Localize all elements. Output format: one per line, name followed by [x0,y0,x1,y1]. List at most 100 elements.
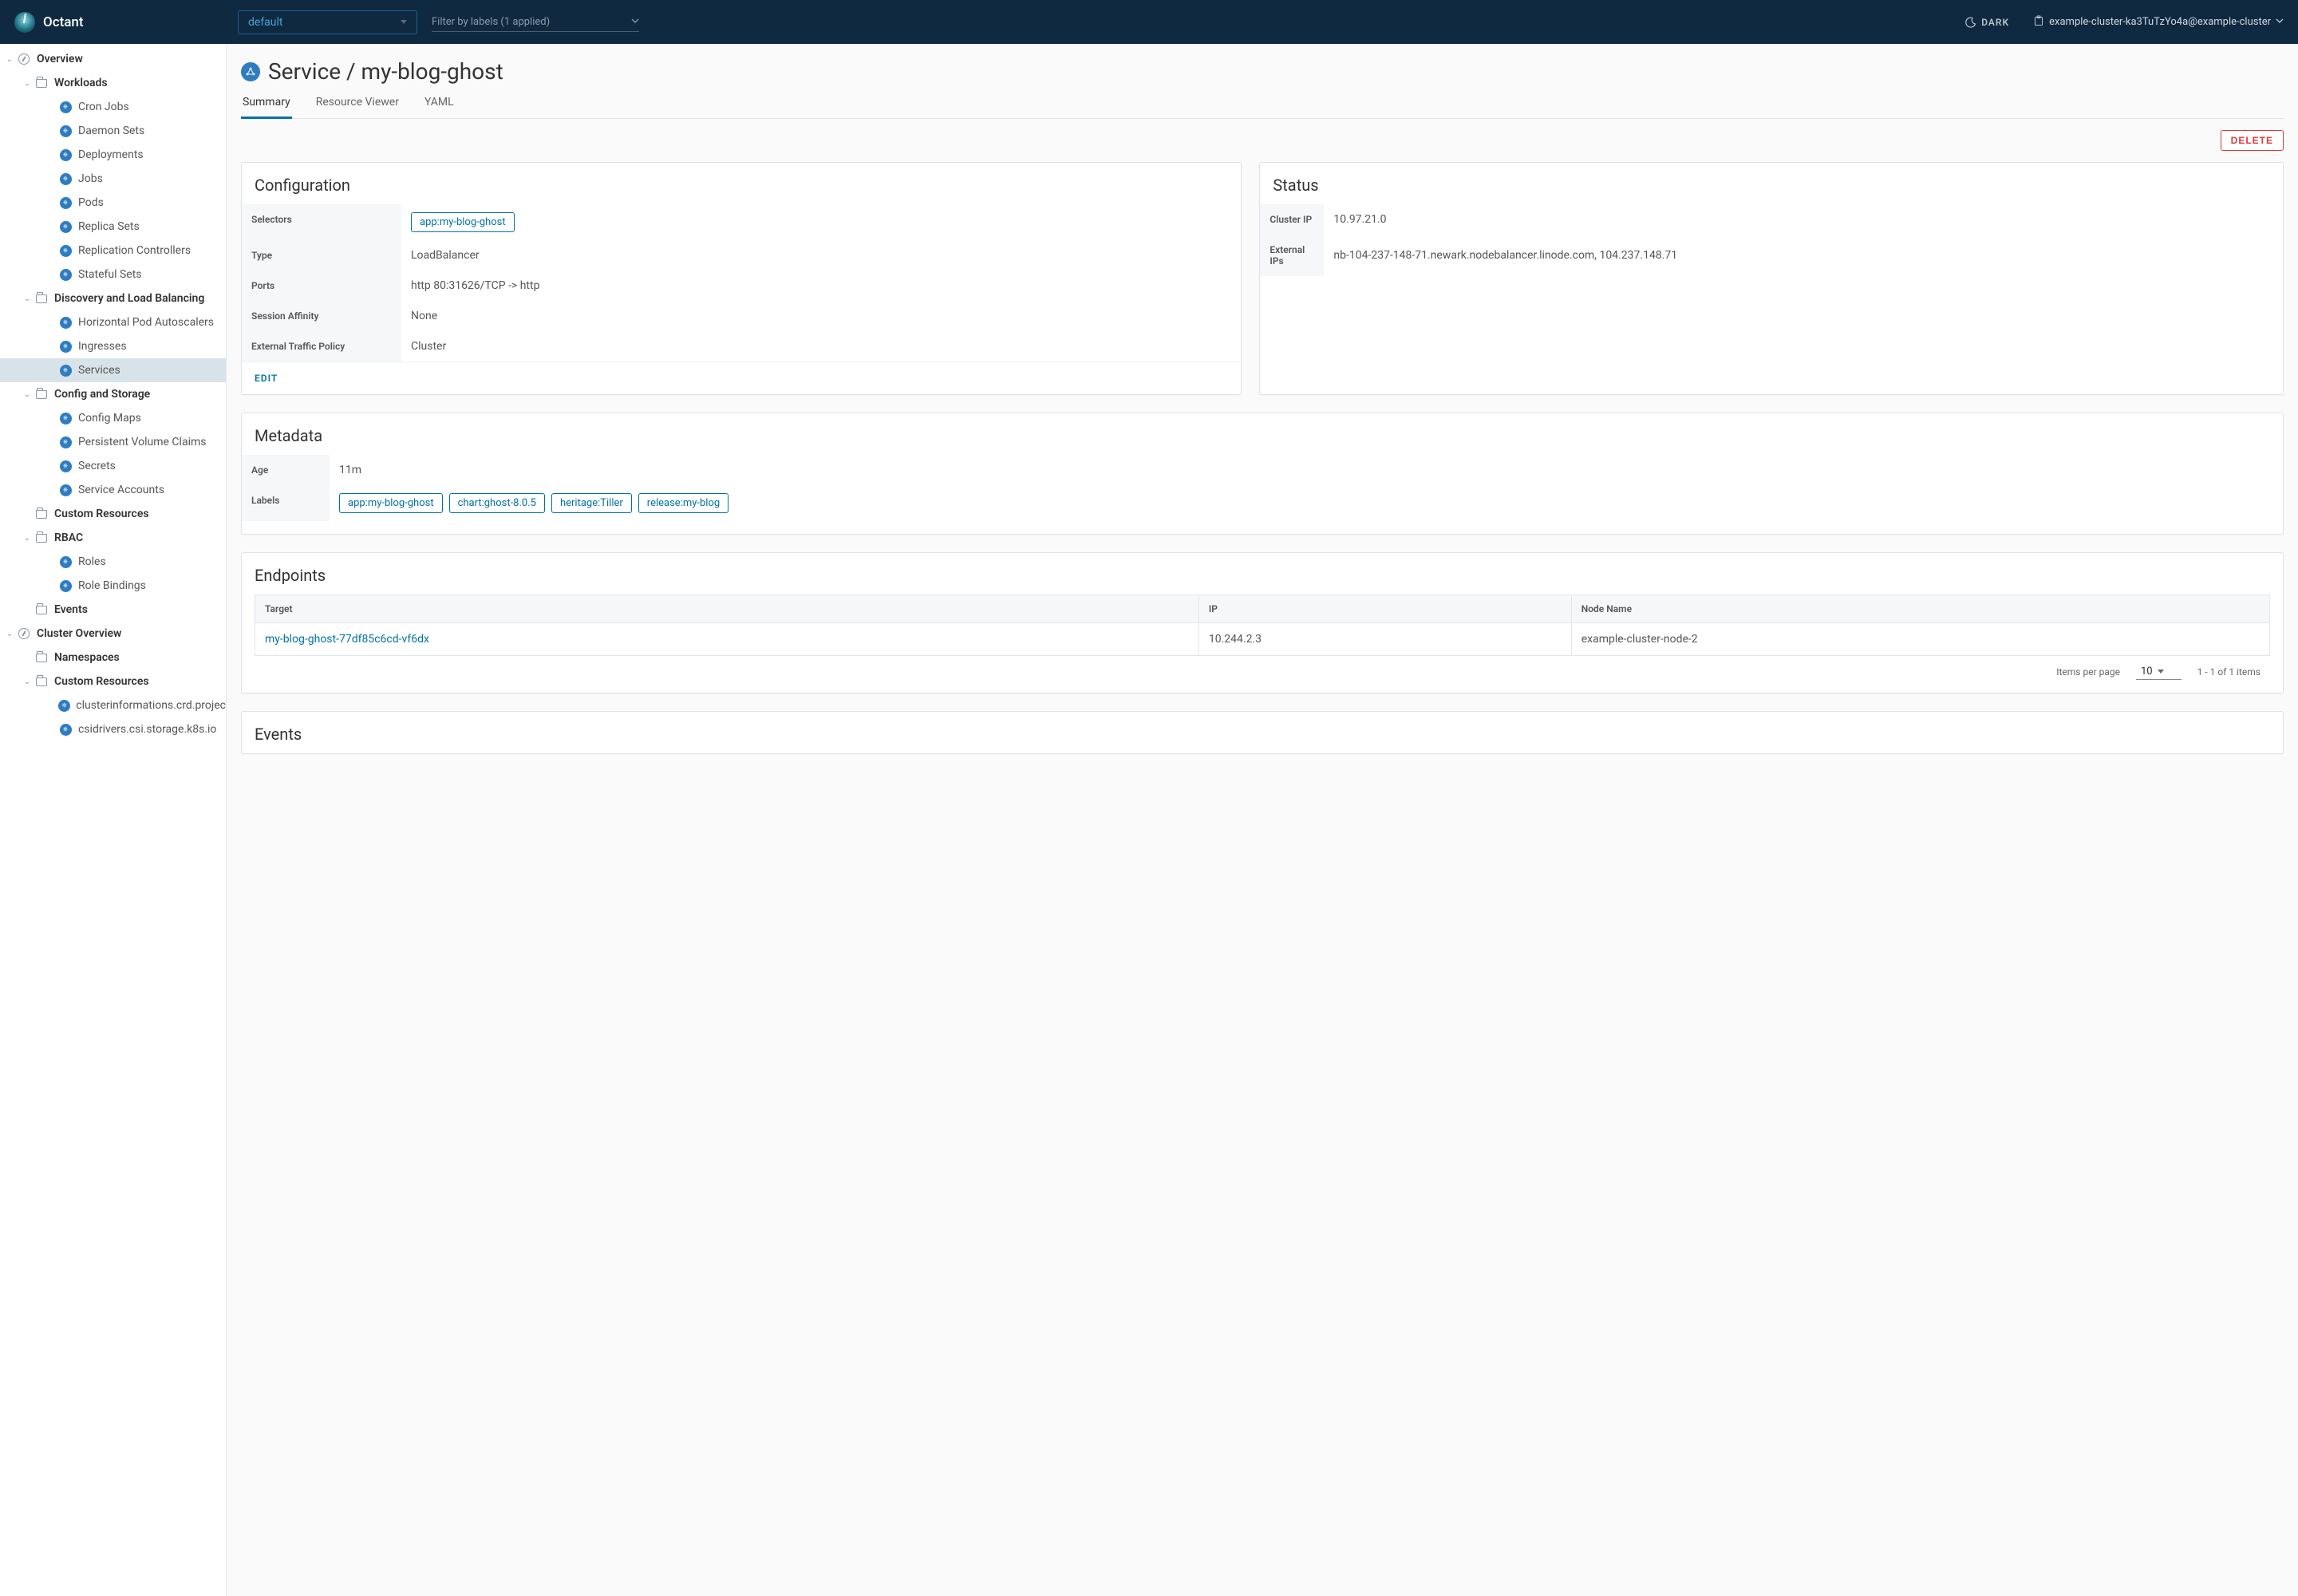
sidebar-item-config-maps[interactable]: ⎈Config Maps [0,406,226,430]
table-footer: Items per page 10 1 - 1 of 1 items [242,656,2283,693]
edit-button[interactable]: EDIT [255,373,278,384]
namespace-select[interactable]: default [238,10,417,34]
resource-icon: ⎈ [57,341,73,353]
sidebar-item-events[interactable]: › Events [0,598,226,622]
chevron-down-icon: ⌄ [21,534,34,543]
sidebar-item-cluster-custom-resources[interactable]: ⌄ Custom Resources [0,670,226,693]
tab-summary[interactable]: Summary [241,91,292,119]
resource-icon: ⎈ [57,437,73,448]
endpoint-node: example-cluster-node-2 [1571,623,2269,656]
context-name: example-cluster-ka3TuTzYo4a@example-clus… [2049,16,2271,28]
label-chip[interactable]: release:my-blog [638,493,728,513]
nav-label: Cron Jobs [78,101,129,113]
selector-chip[interactable]: app:my-blog-ghost [411,212,515,232]
sidebar-item-stateful-sets[interactable]: ⎈Stateful Sets [0,263,226,286]
sidebar-item-roles[interactable]: ⎈Roles [0,550,226,574]
sidebar-item-rbac[interactable]: ⌄ RBAC [0,526,226,550]
nav-label: Daemon Sets [78,124,144,137]
chevron-down-icon: ⌄ [21,678,34,686]
nav-label: Custom Resources [54,675,149,688]
resource-icon: ⎈ [57,149,73,161]
endpoints-table: Target IP Node Name my-blog-ghost-77df85… [255,595,2270,656]
sidebar-item-workloads[interactable]: ⌄ Workloads [0,71,226,95]
resource-icon: ⎈ [57,101,73,113]
sidebar-item-replication-controllers[interactable]: ⎈Replication Controllers [0,239,226,263]
sidebar-item-pods[interactable]: ⎈Pods [0,191,226,215]
config-ports: http 80:31626/TCP -> http [401,271,1241,301]
resource-icon: ⎈ [57,221,73,233]
label-filter[interactable]: Filter by labels (1 applied) [432,13,639,32]
theme-toggle[interactable]: DARK [1965,17,2009,28]
page-title: Service / my-blog-ghost [268,58,503,85]
sidebar-item-ingresses[interactable]: ⎈Ingresses [0,334,226,358]
label-chip[interactable]: chart:ghost-8.0.5 [449,493,545,513]
folder-icon [34,678,49,686]
sidebar-item-deployments[interactable]: ⎈ Deployments [0,143,226,167]
nav-label: Horizontal Pod Autoscalers [78,316,214,329]
th-node[interactable]: Node Name [1571,595,2269,623]
sidebar-item-discovery[interactable]: ⌄ Discovery and Load Balancing [0,286,226,310]
sidebar-item-horizontal-pod-autoscalers[interactable]: ⎈ Horizontal Pod Autoscalers [0,310,226,334]
compass-icon [16,53,32,65]
events-card: Events [241,711,2284,754]
app-title: Octant [43,14,84,30]
chevron-down-icon: ⌄ [21,294,34,303]
nav-label: RBAC [54,531,83,544]
sidebar-item-overview[interactable]: ⌄ Overview [0,47,226,71]
delete-button[interactable]: DELETE [2221,130,2284,151]
main-content: Service / my-blog-ghost Summary Resource… [227,44,2298,1596]
folder-icon [34,79,49,88]
tab-yaml[interactable]: YAML [423,91,456,118]
nav-label: Cluster Overview [37,627,121,640]
resource-icon: ⎈ [57,317,73,329]
sidebar-item-secrets[interactable]: ⎈Secrets [0,454,226,478]
context-select[interactable]: example-cluster-ka3TuTzYo4a@example-clus… [2033,15,2284,30]
sidebar: ⌄ Overview ⌄ Workloads ⎈ Cron Jobs ⎈ Daemon… [0,44,227,1596]
nav-label: Replication Controllers [78,244,191,257]
nav-label: clusterinformations.crd.projec [76,699,226,712]
theme-label: DARK [1981,17,2009,28]
sidebar-item-service-accounts[interactable]: ⎈Service Accounts [0,478,226,502]
kv-key-clusterip: Cluster IP [1260,204,1324,235]
chevron-down-icon [631,16,639,28]
config-policy: Cluster [401,331,1241,361]
sidebar-item-role-bindings[interactable]: ⎈Role Bindings [0,574,226,598]
chevron-down-icon: ⌄ [21,79,34,88]
nav-label: Events [54,603,88,616]
items-per-page-select[interactable]: 10 [2136,664,2182,680]
sidebar-item-persistent-volume-claims[interactable]: ⎈Persistent Volume Claims [0,430,226,454]
table-row: my-blog-ghost-77df85c6cd-vf6dx10.244.2.3… [255,623,2270,656]
nav-label: Role Bindings [78,579,146,592]
sidebar-item-csidrivers-csi-storage-k8s-io[interactable]: ⎈csidrivers.csi.storage.k8s.io [0,717,226,741]
logo-block: Octant [14,12,238,33]
tabs: Summary Resource Viewer YAML [241,91,2284,119]
sidebar-item-clusterinformations-crd-projec[interactable]: ⎈clusterinformations.crd.projec [0,693,226,717]
sidebar-item-replica-sets[interactable]: ⎈Replica Sets [0,215,226,239]
resource-icon: ⎈ [57,125,73,137]
sidebar-item-config[interactable]: ⌄ Config and Storage [0,382,226,406]
sidebar-item-jobs[interactable]: ⎈Jobs [0,167,226,191]
endpoint-target[interactable]: my-blog-ghost-77df85c6cd-vf6dx [255,623,1199,656]
sidebar-item-services[interactable]: ⎈Services [0,358,226,382]
th-target[interactable]: Target [255,595,1199,623]
sidebar-item-cron-jobs[interactable]: ⎈ Cron Jobs [0,95,226,119]
resource-icon: ⎈ [57,484,73,496]
nav-label: Custom Resources [54,508,149,520]
label-chip[interactable]: app:my-blog-ghost [339,493,443,513]
label-chip[interactable]: heritage:Tiller [551,493,632,513]
sidebar-item-daemon-sets[interactable]: ⎈ Daemon Sets [0,119,226,143]
tab-resource-viewer[interactable]: Resource Viewer [314,91,401,118]
actions-row: DELETE [241,130,2284,151]
kv-key-affinity: Session Affinity [242,301,401,331]
config-type: LoadBalancer [401,240,1241,271]
sidebar-item-custom-resources[interactable]: › Custom Resources [0,502,226,526]
sidebar-item-cluster-overview[interactable]: ⌄ Cluster Overview [0,622,226,646]
sidebar-item-namespaces[interactable]: › Namespaces [0,646,226,670]
metadata-age: 11m [330,455,2283,485]
kv-key-selectors: Selectors [242,204,401,240]
nav-label: csidrivers.csi.storage.k8s.io [78,723,216,736]
nav-label: Deployments [78,148,144,161]
nav-label: Config and Storage [54,388,150,401]
th-ip[interactable]: IP [1198,595,1571,623]
kv-key-type: Type [242,240,401,271]
